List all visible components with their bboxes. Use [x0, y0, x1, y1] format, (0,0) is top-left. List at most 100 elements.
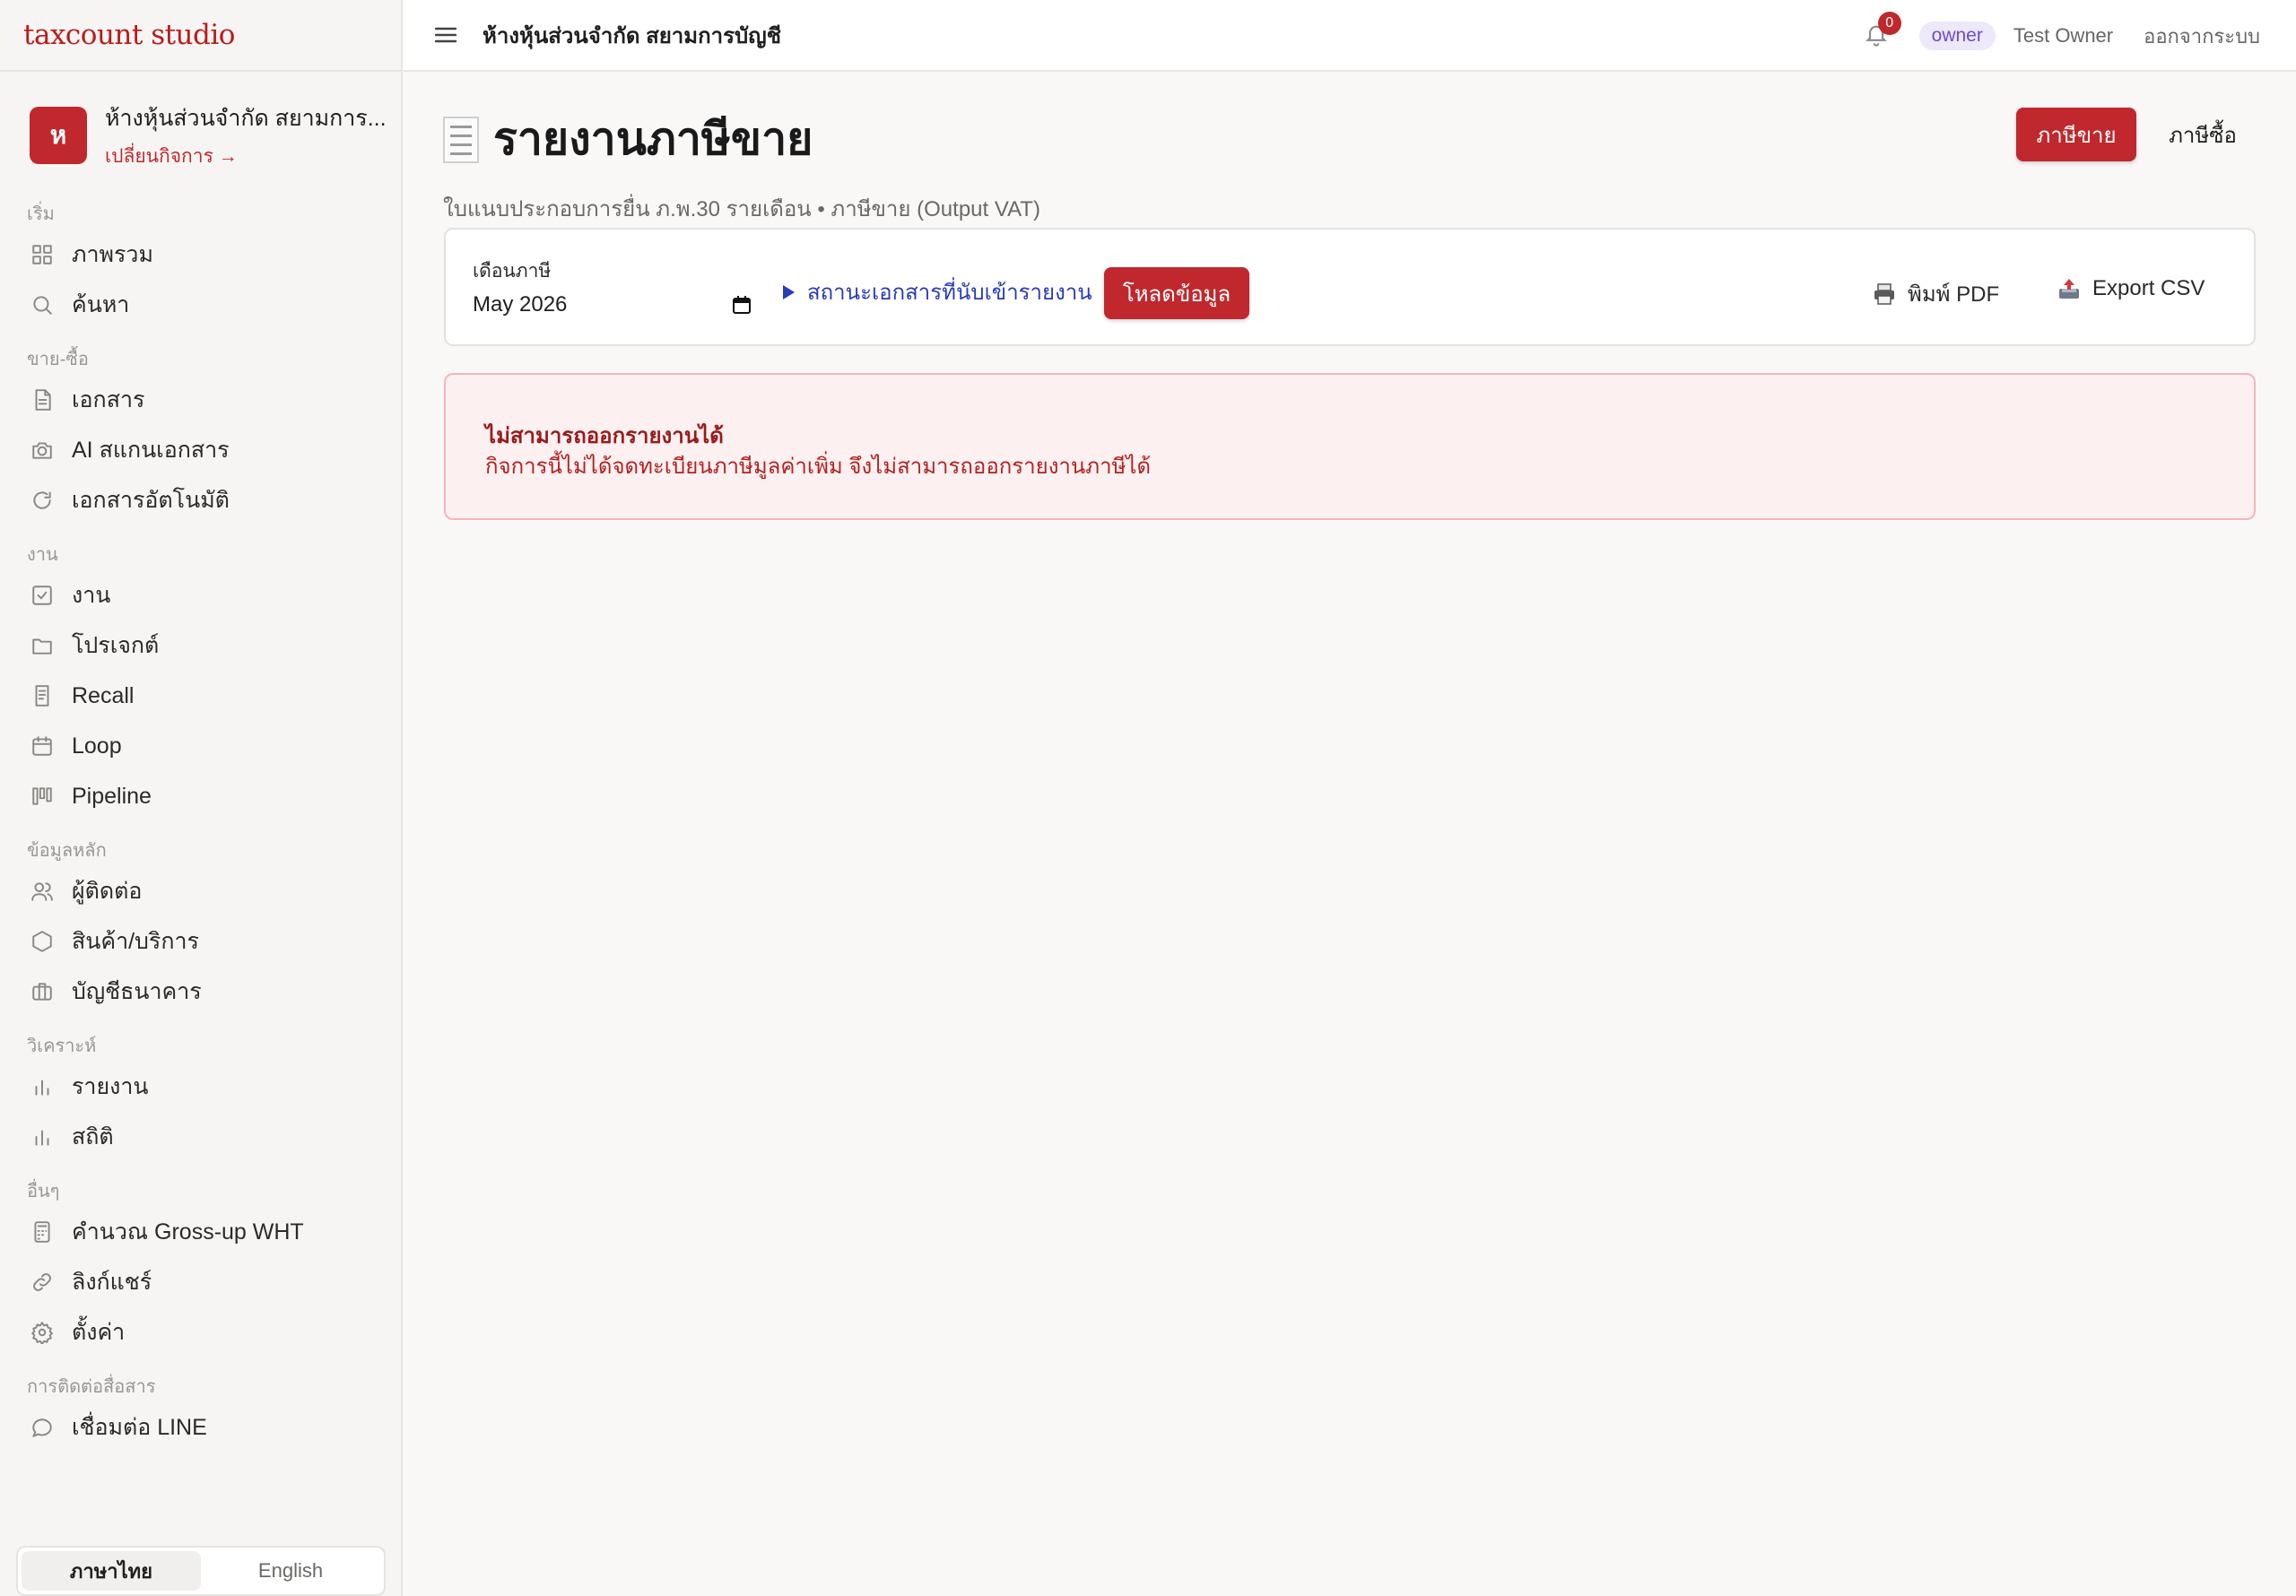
logout-link[interactable]: ออกจากระบบ — [2144, 21, 2260, 52]
briefcase-icon — [32, 983, 52, 1001]
sidebar-item[interactable]: งาน — [0, 570, 403, 620]
chat-icon — [32, 1418, 52, 1437]
calendar-icon[interactable] — [731, 294, 752, 316]
export-csv-label: Export CSV — [2092, 276, 2205, 300]
bar-chart-icon — [35, 1130, 49, 1146]
sidebar-item-label: สถิติ — [72, 1124, 114, 1149]
receipt-icon — [35, 685, 49, 707]
sidebar-item[interactable]: ผู้ติดต่อ — [0, 866, 403, 916]
sidebar-item-label: เอกสาร — [72, 387, 145, 412]
brand-logo[interactable]: taxcount studio — [0, 0, 401, 72]
sidebar-item-label: โปรเจกต์ — [72, 633, 160, 658]
sidebar-item[interactable]: เอกสารอัตโนมัติ — [0, 475, 403, 525]
grid-icon — [32, 245, 52, 265]
page-header: รายงานภาษีขาย ใบแนบประกอบการยื่น ภ.พ.30 … — [443, 104, 1040, 226]
topbar: ห้างหุ้นส่วนจำกัด สยามการบัญชี 0 owner T… — [404, 0, 2296, 72]
page-title: รายงานภาษีขาย — [443, 104, 1040, 175]
sidebar-item-label: คำนวณ Gross-up WHT — [72, 1219, 304, 1245]
sidebar-item-label: ค้นหา — [72, 292, 130, 317]
doc-status-toggle[interactable]: สถานะเอกสารที่นับเข้ารายงาน — [783, 274, 1092, 309]
calculator-icon — [34, 1221, 50, 1243]
tax-month-value: May 2026 — [473, 292, 568, 317]
sidebar-item[interactable]: โปรเจกต์ — [0, 620, 403, 671]
sidebar-item[interactable]: ลิงก์แชร์ — [0, 1257, 403, 1307]
kanban-icon — [32, 787, 52, 805]
expand-triangle-icon — [783, 284, 795, 299]
notification-bell-icon[interactable]: 0 — [1864, 12, 1901, 49]
hamburger-menu-icon[interactable] — [432, 22, 459, 48]
nav-section-title: ขาย-ซื้อ — [27, 350, 89, 369]
sidebar-item-label: Recall — [72, 682, 135, 708]
role-badge: owner — [1918, 22, 1996, 50]
sidebar-item[interactable]: Recall — [0, 671, 403, 721]
nav-section-title: เริ่ม — [27, 204, 55, 224]
sidebar-item-label: สินค้า/บริการ — [72, 929, 199, 954]
sidebar-item[interactable]: บัญชีธนาคาร — [0, 967, 403, 1017]
document-icon — [35, 389, 51, 411]
nav-section-title: ข้อมูลหลัก — [27, 841, 107, 861]
company-switcher[interactable]: ห ห้างหุ้นส่วนจำกัด สยามการ... เปลี่ยนกิ… — [30, 106, 401, 167]
sidebar-item[interactable]: Loop — [0, 721, 403, 771]
users-icon — [31, 882, 53, 901]
sidebar-item[interactable]: AI สแกนเอกสาร — [0, 425, 403, 475]
topbar-company-title: ห้างหุ้นส่วนจำกัด สยามการบัญชี — [483, 23, 781, 48]
company-name: ห้างหุ้นส่วนจำกัด สยามการ... — [105, 105, 387, 131]
sidebar: taxcount studio ห ห้างหุ้นส่วนจำกัด สยาม… — [0, 0, 403, 1596]
lang-thai-button[interactable]: ภาษาไทย — [22, 1551, 201, 1591]
filter-card: เดือนภาษี May 2026 สถานะเอกสารที่นับเข้า… — [444, 228, 2256, 346]
sidebar-item[interactable]: เอกสาร — [0, 375, 403, 425]
nav-section-title: งาน — [27, 545, 58, 565]
nav-section-title: อื่นๆ — [27, 1182, 60, 1201]
sidebar-item-label: ตั้งค่า — [72, 1320, 126, 1345]
sidebar-item-label: รายงาน — [72, 1074, 149, 1099]
error-alert: ไม่สามารถออกรายงานได้ กิจการนี้ไม่ได้จดท… — [444, 373, 2256, 520]
sidebar-item-label: Pipeline — [72, 783, 152, 809]
search-icon — [33, 296, 52, 315]
tax-month-input[interactable]: May 2026 — [473, 289, 752, 321]
sidebar-item-label: ผู้ติดต่อ — [72, 879, 143, 904]
sidebar-item[interactable]: คำนวณ Gross-up WHT — [0, 1207, 403, 1257]
camera-icon — [32, 442, 52, 459]
sidebar-item[interactable]: เชื่อมต่อ LINE — [0, 1402, 403, 1453]
checkbox-icon — [32, 585, 52, 605]
alert-message: กิจการนี้ไม่ได้จดทะเบียนภาษีมูลค่าเพิ่ม … — [485, 455, 1152, 479]
receipt-icon — [443, 116, 479, 163]
sidebar-item-label: ลิงก์แชร์ — [72, 1270, 152, 1295]
sidebar-item[interactable]: Pipeline — [0, 771, 403, 821]
link-icon — [33, 1273, 51, 1291]
print-pdf-label: พิมพ์ PDF — [1908, 282, 2000, 307]
sidebar-item[interactable]: สินค้า/บริการ — [0, 916, 403, 967]
user-name[interactable]: Test Owner — [2013, 24, 2113, 48]
tab-output-vat[interactable]: ภาษีขาย — [2016, 108, 2136, 161]
company-avatar: ห — [30, 107, 87, 164]
page-subtitle: ใบแนบประกอบการยื่น ภ.พ.30 รายเดือน • ภาษ… — [443, 197, 1040, 221]
sidebar-item-label: บัญชีธนาคาร — [72, 979, 202, 1004]
box-icon — [32, 931, 52, 952]
tab-input-vat[interactable]: ภาษีซื้อ — [2149, 108, 2257, 161]
sidebar-item-label: งาน — [72, 583, 111, 608]
tax-month-label: เดือนภาษี — [473, 261, 552, 282]
notification-count-badge: 0 — [1877, 12, 1901, 35]
doc-status-label: สถานะเอกสารที่นับเข้ารายงาน — [807, 281, 1092, 305]
export-csv-button[interactable]: Export CSV — [2057, 276, 2205, 301]
sidebar-item[interactable]: สถิติ — [0, 1112, 403, 1162]
sidebar-item-label: เชื่อมต่อ LINE — [72, 1415, 207, 1440]
nav-section-title: การติดต่อสื่อสาร — [27, 1377, 156, 1397]
switch-company-link[interactable]: เปลี่ยนกิจการ → — [105, 142, 387, 171]
lang-english-button[interactable]: English — [201, 1551, 380, 1591]
nav-section-title: วิเคราะห์ — [27, 1037, 97, 1056]
language-switcher: ภาษาไทย English — [16, 1546, 386, 1596]
page-title-text: รายงานภาษีขาย — [493, 114, 813, 164]
sidebar-nav: เริ่มภาพรวมค้นหาขาย-ซื้อเอกสาร AI สแกนเอก… — [0, 197, 403, 1453]
sidebar-item[interactable]: ตั้งค่า — [0, 1307, 403, 1357]
print-pdf-button[interactable]: พิมพ์ PDF — [1872, 276, 1999, 311]
sidebar-item-label: Loop — [72, 733, 122, 759]
bar-chart-icon — [35, 1080, 49, 1096]
sidebar-item-label: AI สแกนเอกสาร — [72, 438, 230, 463]
sidebar-item[interactable]: ภาพรวม — [0, 230, 403, 280]
sidebar-item[interactable]: ค้นหา — [0, 280, 403, 330]
sidebar-item-label: ภาพรวม — [72, 242, 153, 267]
sidebar-item[interactable]: รายงาน — [0, 1062, 403, 1112]
outbox-tray-icon — [2059, 279, 2079, 299]
load-data-button[interactable]: โหลดข้อมูล — [1104, 267, 1249, 319]
